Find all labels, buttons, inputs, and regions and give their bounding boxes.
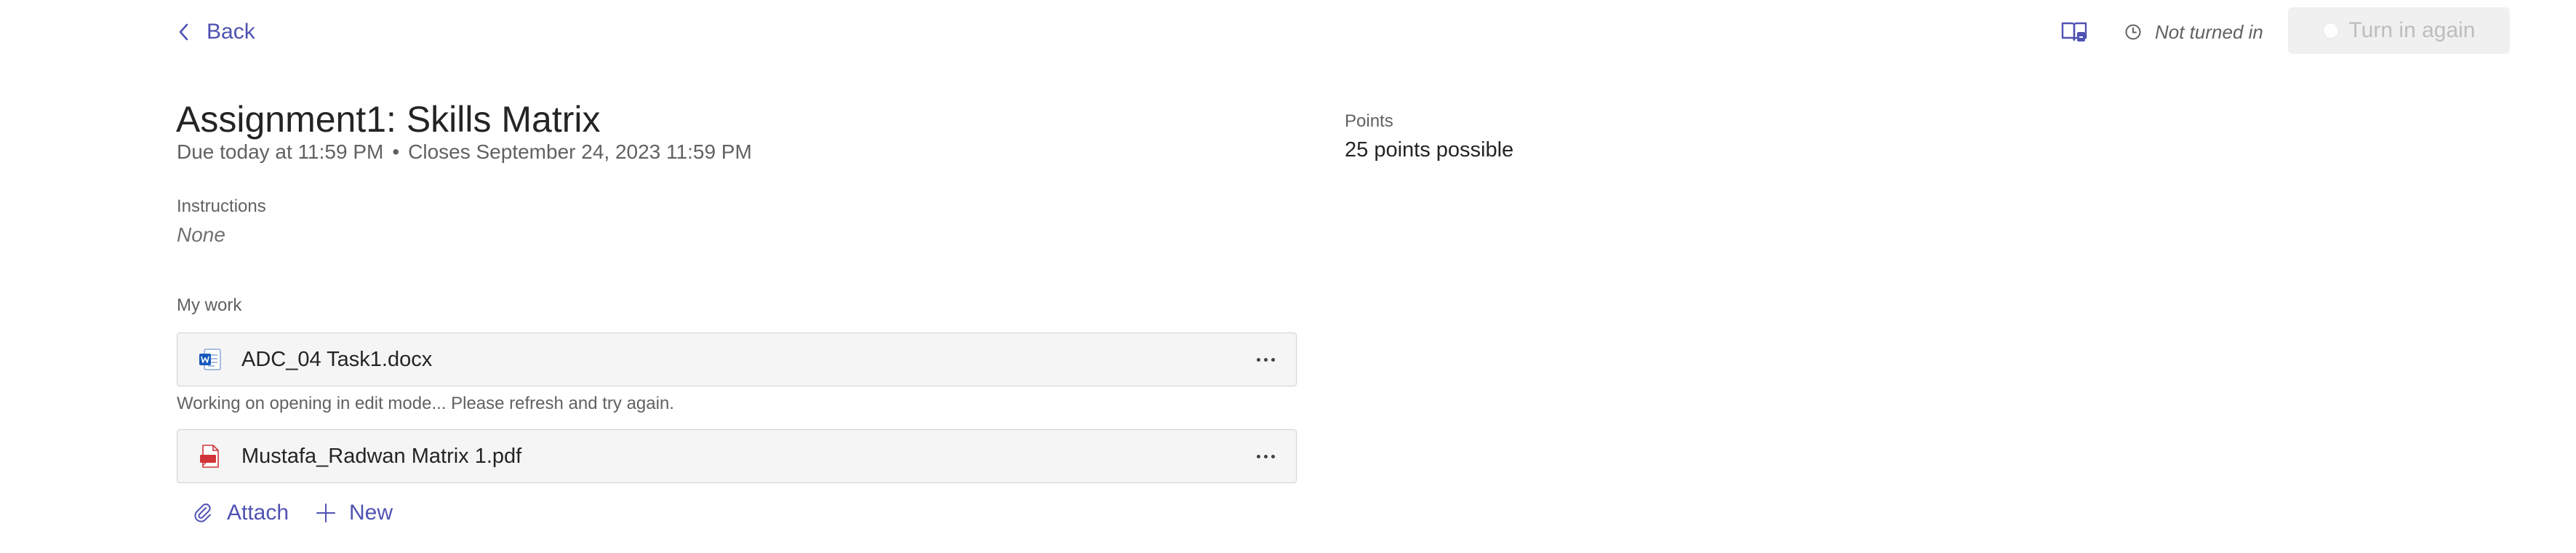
- word-file-icon: [199, 349, 221, 370]
- immersive-reader-icon[interactable]: [2060, 17, 2089, 47]
- file-name: ADC_04 Task1.docx: [241, 347, 433, 371]
- instructions-value: None: [177, 223, 225, 246]
- spinner-icon: [2322, 23, 2339, 39]
- new-label: New: [349, 501, 393, 525]
- instructions-label: Instructions: [177, 196, 266, 216]
- file-status-note: Working on opening in edit mode... Pleas…: [177, 394, 674, 413]
- status-text: Not turned in: [2155, 20, 2263, 43]
- back-button[interactable]: Back: [177, 16, 255, 48]
- points-value: 25 points possible: [1345, 138, 1514, 162]
- attach-label: Attach: [227, 501, 289, 525]
- more-options-button[interactable]: [1251, 442, 1280, 471]
- turn-in-again-button[interactable]: Turn in again: [2288, 7, 2510, 54]
- clock-icon: [2125, 24, 2141, 40]
- my-work-label: My work: [177, 295, 242, 315]
- due-date-line: Due today at 11:59 PM • Closes September 2…: [177, 140, 752, 164]
- submission-status: Not turned in: [2124, 17, 2263, 47]
- separator: •: [392, 140, 400, 163]
- points-label: Points: [1345, 111, 1393, 131]
- plus-icon: [316, 504, 335, 522]
- file-card-docx[interactable]: ADC_04 Task1.docx: [177, 333, 1297, 386]
- new-button[interactable]: New: [316, 496, 393, 530]
- due-date: Due today at 11:59 PM: [177, 140, 384, 163]
- file-name: Mustafa_Radwan Matrix 1.pdf: [241, 444, 522, 468]
- back-label: Back: [207, 20, 255, 44]
- attach-button[interactable]: Attach: [192, 496, 289, 530]
- close-date: Closes September 24, 2023 11:59 PM: [408, 140, 752, 163]
- assignment-title: Assignment1: Skills Matrix: [176, 99, 601, 140]
- paperclip-icon: [194, 504, 211, 522]
- turn-in-label: Turn in again: [2348, 18, 2476, 42]
- pdf-file-icon: [200, 445, 219, 468]
- more-options-button[interactable]: [1251, 345, 1280, 374]
- chevron-left-icon: [179, 23, 188, 41]
- file-card-pdf[interactable]: Mustafa_Radwan Matrix 1.pdf: [177, 429, 1297, 483]
